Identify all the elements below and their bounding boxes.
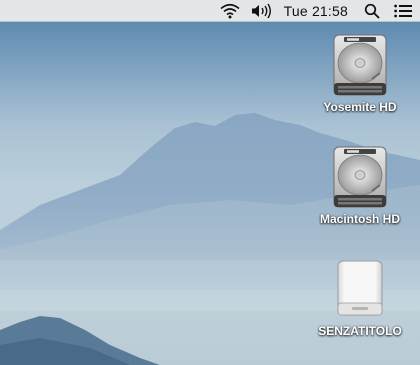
- spotlight-search-icon[interactable]: [364, 0, 380, 22]
- external-drive-icon: [337, 260, 383, 316]
- menubar-clock[interactable]: Tue 21:58: [284, 0, 348, 22]
- drive-label-yosemite-hd: Yosemite HD: [323, 100, 397, 114]
- drive-label-senzatitolo: SENZATITOLO: [318, 324, 402, 338]
- desktop-drive-senzatitolo[interactable]: SENZATITOLO: [305, 257, 415, 338]
- volume-icon[interactable]: [250, 0, 272, 22]
- hard-drive-icon: [333, 146, 387, 208]
- notification-center-icon[interactable]: [394, 0, 412, 22]
- wifi-icon[interactable]: [220, 0, 240, 22]
- menu-bar: Tue 21:58: [0, 0, 420, 22]
- desktop: Tue 21:58 Yosemite HD Macintosh HD SENZA…: [0, 0, 420, 365]
- hard-drive-icon: [333, 34, 387, 96]
- desktop-drive-macintosh-hd[interactable]: Macintosh HD: [305, 145, 415, 226]
- desktop-drive-yosemite-hd[interactable]: Yosemite HD: [305, 33, 415, 114]
- drive-label-macintosh-hd: Macintosh HD: [319, 212, 400, 226]
